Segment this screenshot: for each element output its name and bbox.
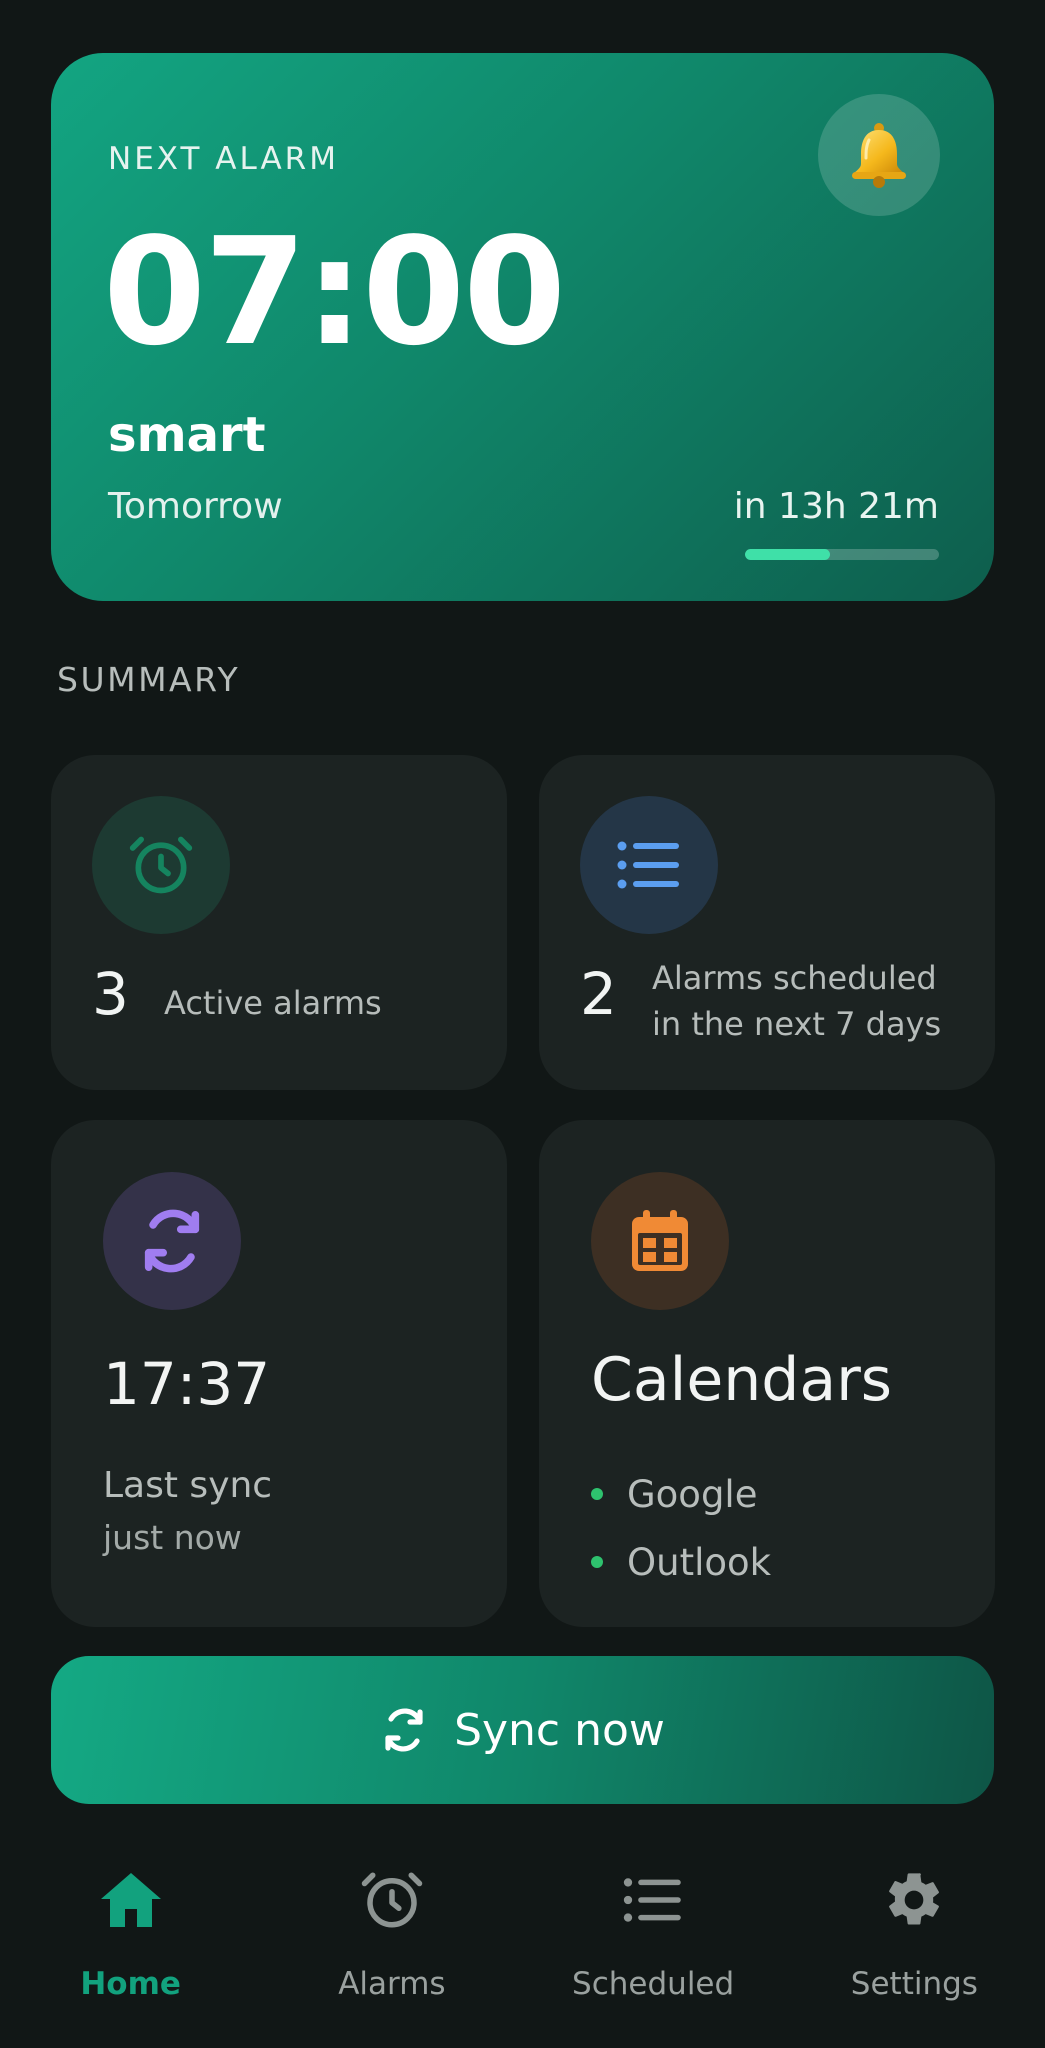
calendar-item-label: Outlook bbox=[627, 1540, 772, 1584]
list-icon bbox=[617, 841, 679, 889]
bottom-nav: Home Alarms Scheduled Settings bbox=[0, 1860, 1045, 2048]
bell-icon bbox=[852, 123, 906, 188]
nav-label-alarms: Alarms bbox=[338, 1966, 446, 2002]
next-alarm-label: NEXT ALARM bbox=[108, 141, 339, 177]
home-icon bbox=[98, 1860, 164, 1940]
next-alarm-name: smart bbox=[108, 407, 266, 463]
scheduled-alarms-card[interactable]: 2 Alarms scheduled in the next 7 days bbox=[539, 755, 995, 1090]
alarm-clock-icon bbox=[129, 836, 193, 894]
summary-title: SUMMARY bbox=[57, 660, 241, 699]
countdown-progress-fill bbox=[745, 549, 831, 560]
bell-button[interactable] bbox=[818, 94, 940, 216]
calendar-status-dot bbox=[591, 1556, 603, 1568]
last-sync-sublabel: just now bbox=[103, 1518, 242, 1557]
calendar-icon-circle bbox=[591, 1172, 729, 1310]
calendars-card[interactable]: Calendars Google Outlook bbox=[539, 1120, 995, 1627]
calendar-item-outlook: Outlook bbox=[591, 1528, 771, 1596]
calendar-item-label: Google bbox=[627, 1472, 758, 1516]
calendars-title: Calendars bbox=[591, 1345, 893, 1415]
active-alarms-label: Active alarms bbox=[164, 984, 382, 1022]
sync-icon-circle bbox=[103, 1172, 241, 1310]
alarm-clock-icon bbox=[359, 1860, 425, 1940]
active-alarms-icon-circle bbox=[92, 796, 230, 934]
calendar-icon bbox=[632, 1210, 688, 1271]
app-screen: NEXT ALARM 07:00 smart Tomorrow in 13h 2… bbox=[0, 0, 1045, 2048]
last-sync-time: 17:37 bbox=[103, 1350, 271, 1418]
list-icon bbox=[622, 1860, 684, 1940]
nav-item-settings[interactable]: Settings bbox=[784, 1860, 1045, 2048]
next-alarm-card[interactable]: NEXT ALARM 07:00 smart Tomorrow in 13h 2… bbox=[51, 53, 994, 601]
gear-icon bbox=[882, 1860, 946, 1940]
sync-icon bbox=[144, 1209, 200, 1273]
nav-label-scheduled: Scheduled bbox=[572, 1966, 735, 2002]
calendar-item-google: Google bbox=[591, 1460, 771, 1528]
scheduled-alarms-label: Alarms scheduled in the next 7 days bbox=[652, 955, 941, 1048]
nav-item-home[interactable]: Home bbox=[0, 1860, 261, 2048]
next-alarm-time: 07:00 bbox=[103, 206, 566, 378]
nav-item-alarms[interactable]: Alarms bbox=[261, 1860, 522, 2048]
sync-icon bbox=[385, 1708, 423, 1752]
calendars-list: Google Outlook bbox=[591, 1460, 771, 1596]
last-sync-label: Last sync bbox=[103, 1465, 273, 1506]
sync-now-label: Sync now bbox=[454, 1704, 665, 1756]
calendar-status-dot bbox=[591, 1488, 603, 1500]
last-sync-card[interactable]: 17:37 Last sync just now bbox=[51, 1120, 507, 1627]
nav-label-home: Home bbox=[80, 1966, 181, 2002]
active-alarms-count: 3 bbox=[92, 960, 129, 1028]
next-alarm-countdown: in 13h 21m bbox=[733, 486, 939, 527]
nav-item-scheduled[interactable]: Scheduled bbox=[523, 1860, 784, 2048]
next-alarm-day: Tomorrow bbox=[108, 486, 283, 527]
scheduled-label-line1: Alarms scheduled bbox=[652, 959, 937, 997]
countdown-progress-bar bbox=[745, 549, 939, 560]
active-alarms-card[interactable]: 3 Active alarms bbox=[51, 755, 507, 1090]
scheduled-icon-circle bbox=[580, 796, 718, 934]
nav-label-settings: Settings bbox=[850, 1966, 978, 2002]
scheduled-alarms-count: 2 bbox=[580, 960, 617, 1028]
sync-now-button[interactable]: Sync now bbox=[51, 1656, 994, 1804]
scheduled-label-line2: in the next 7 days bbox=[652, 1005, 942, 1044]
